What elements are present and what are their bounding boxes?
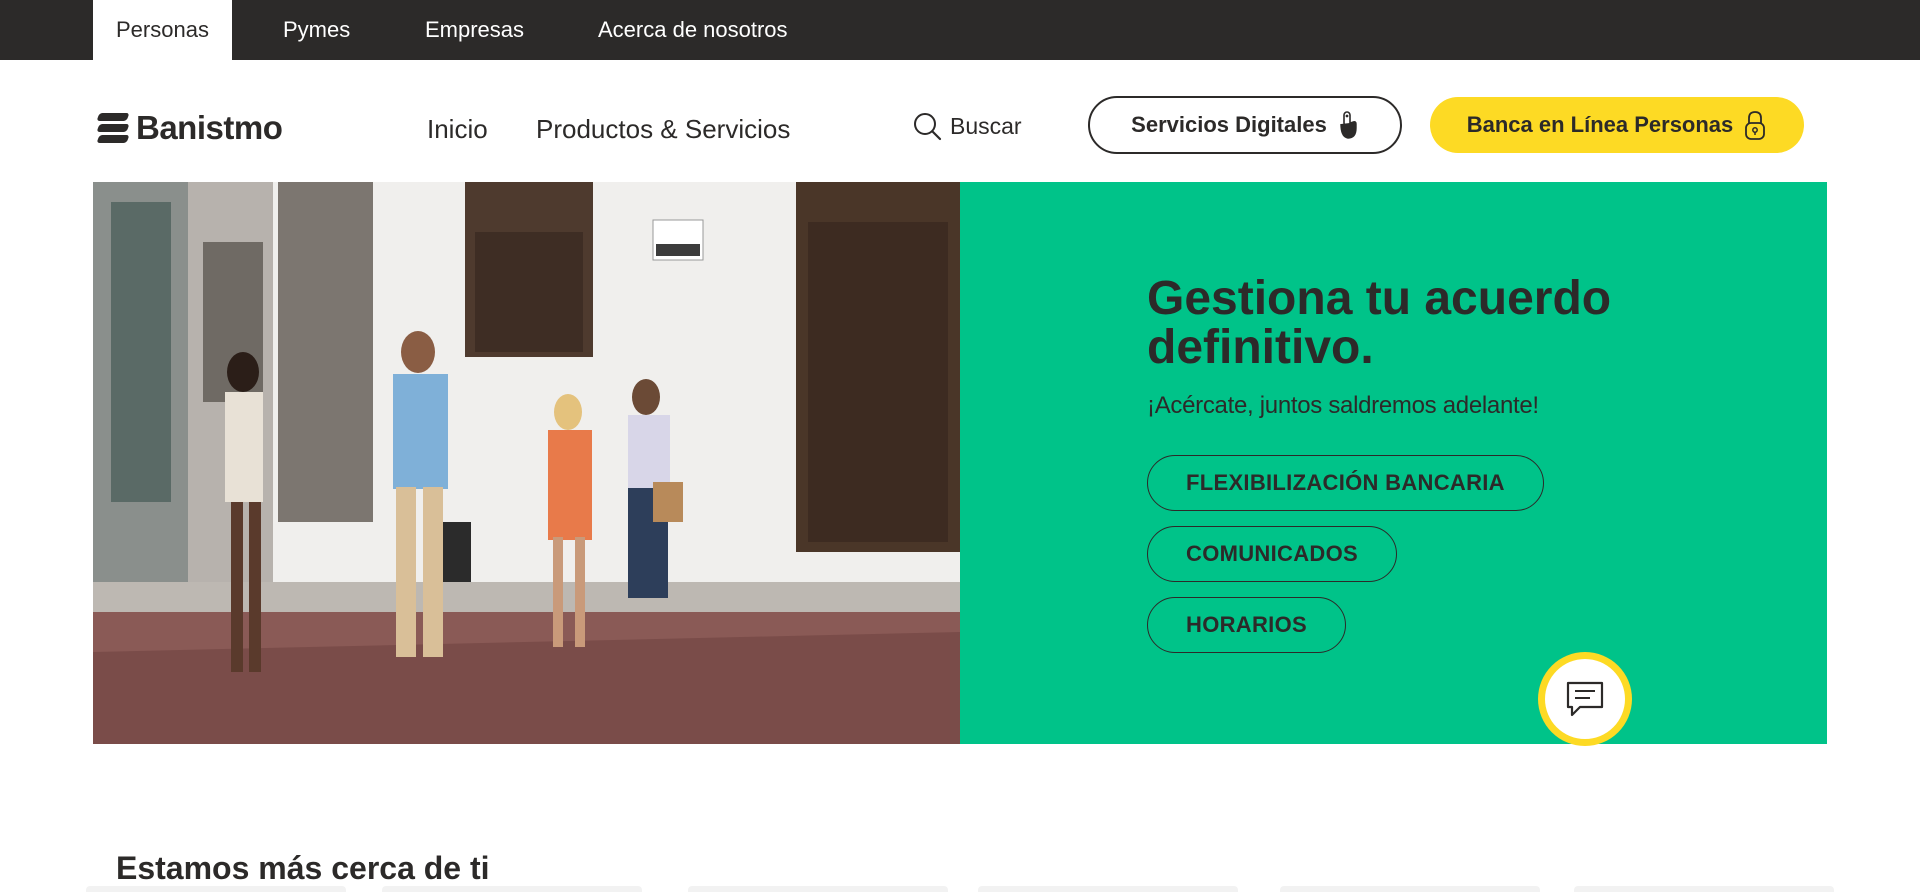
flexibilizacion-bancaria-button[interactable]: FLEXIBILIZACIÓN BANCARIA [1147, 455, 1544, 511]
card-preview[interactable] [1280, 886, 1540, 892]
logo-text: Banistmo [136, 109, 283, 146]
main-header: Banistmo Inicio Productos & Servicios Bu… [0, 60, 1920, 180]
hero-content-panel: Gestiona tu acuerdo definitivo. ¡Acércat… [960, 182, 1827, 746]
nav-productos-servicios[interactable]: Productos & Servicios [536, 114, 790, 145]
banca-en-linea-button[interactable]: Banca en Línea Personas [1430, 97, 1804, 153]
card-preview[interactable] [1574, 886, 1834, 892]
horarios-button[interactable]: HORARIOS [1147, 597, 1346, 653]
card-preview[interactable] [382, 886, 642, 892]
street-scene-image [93, 182, 960, 744]
segment-bar: Personas Pymes Empresas Acerca de nosotr… [0, 0, 1920, 60]
nav-inicio[interactable]: Inicio [427, 114, 488, 145]
lock-icon [1745, 111, 1766, 140]
chat-button[interactable] [1538, 652, 1632, 746]
search-icon [914, 113, 942, 141]
card-preview[interactable] [86, 886, 346, 892]
section-title: Estamos más cerca de ti [116, 850, 490, 886]
search-button[interactable]: Buscar [912, 108, 1022, 144]
hero-title: Gestiona tu acuerdo definitivo. [1147, 272, 1612, 374]
banca-en-linea-label: Banca en Línea Personas [1466, 112, 1734, 137]
chat-icon [1566, 681, 1604, 717]
servicios-digitales-button[interactable]: Servicios Digitales [1088, 96, 1402, 154]
card-preview[interactable] [688, 886, 948, 892]
segment-tab-empresas[interactable]: Empresas [402, 0, 547, 60]
comunicados-button[interactable]: COMUNICADOS [1147, 526, 1397, 582]
segment-tab-acerca[interactable]: Acerca de nosotros [575, 0, 811, 60]
servicios-digitales-label: Servicios Digitales [1131, 112, 1327, 137]
search-label: Buscar [950, 112, 1022, 139]
hand-pointer-icon [1340, 111, 1357, 139]
segment-tab-personas[interactable]: Personas [93, 0, 232, 60]
hero-photo [93, 182, 960, 744]
banistmo-logo[interactable]: Banistmo [96, 108, 283, 148]
logo-mark-icon [96, 111, 130, 145]
segment-tab-pymes[interactable]: Pymes [260, 0, 373, 60]
hero-banner: Gestiona tu acuerdo definitivo. ¡Acércat… [93, 182, 1827, 746]
card-preview[interactable] [978, 886, 1238, 892]
hero-subtitle: ¡Acércate, juntos saldremos adelante! [1147, 392, 1539, 419]
